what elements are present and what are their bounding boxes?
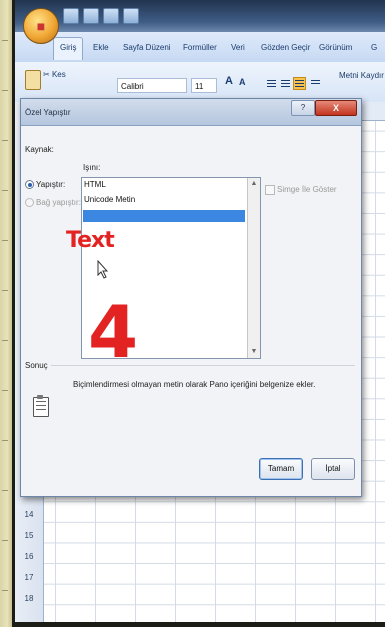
close-button[interactable]: X [315, 100, 357, 116]
redo-icon[interactable] [103, 8, 119, 24]
paste-option-label[interactable]: Yapıştır: [36, 180, 65, 189]
font-size-select[interactable]: 11 [191, 78, 217, 93]
save-icon[interactable] [63, 8, 79, 24]
tab-view[interactable]: Görünüm [319, 43, 352, 52]
tab-page-layout[interactable]: Sayfa Düzeni [123, 43, 171, 52]
row-number[interactable]: 18 [15, 594, 43, 603]
background-window-edge [0, 0, 12, 627]
wrap-text-button[interactable]: Metni Kaydır [339, 71, 384, 80]
grow-font-button[interactable]: A [225, 75, 233, 87]
show-as-icon-label[interactable]: Simge İle Göster [277, 185, 337, 194]
annotation-text-overlay: Text [66, 228, 115, 253]
orientation-icon[interactable] [309, 77, 322, 90]
paste-link-option-label[interactable]: Bağ yapıştır: [36, 198, 81, 207]
as-label: Işını: [83, 163, 101, 172]
ribbon-tabs: Giriş Ekle Sayfa Düzeni Formüller Veri G… [15, 32, 385, 63]
shrink-font-button[interactable]: A [239, 77, 246, 87]
cut-label: Kes [51, 70, 66, 79]
paste-clipboard-icon[interactable] [25, 70, 41, 90]
list-item[interactable]: HTML [84, 180, 106, 189]
source-label: Kaynak: [25, 145, 54, 154]
row-number[interactable]: 16 [15, 552, 43, 561]
undo-icon[interactable] [83, 8, 99, 24]
tab-insert[interactable]: Ekle [93, 43, 109, 52]
help-button[interactable]: ? [291, 100, 315, 116]
listbox-scrollbar[interactable]: ▲ ▼ [247, 178, 260, 358]
tab-home[interactable]: Giriş [53, 37, 84, 60]
paste-special-dialog: Özel Yapıştır ? X Kaynak: Işını: Yapıştı… [20, 98, 362, 497]
align-right-icon[interactable] [293, 77, 306, 90]
quick-access-toolbar [63, 8, 139, 24]
ribbon-body: ✂ Kes Calibri 11 A A Metni Kaydır e O [15, 62, 385, 117]
scroll-down-icon[interactable]: ▼ [248, 346, 260, 358]
cancel-button[interactable]: İptal [311, 458, 355, 480]
show-as-icon-checkbox[interactable] [265, 185, 275, 195]
tab-review[interactable]: Gözden Geçir [261, 43, 310, 52]
list-item-selected[interactable] [83, 210, 245, 222]
align-left-icon[interactable] [265, 77, 278, 90]
mouse-cursor-icon [97, 260, 109, 279]
result-label: Sonuç [25, 361, 48, 370]
align-center-icon[interactable] [279, 77, 292, 90]
cut-button[interactable]: ✂ Kes [43, 70, 66, 79]
paste-link-radio[interactable] [25, 198, 34, 207]
customize-icon[interactable] [123, 8, 139, 24]
font-name-select[interactable]: Calibri [117, 78, 187, 93]
list-item[interactable]: Unicode Metin [84, 195, 135, 204]
tab-data[interactable]: Veri [231, 43, 245, 52]
ok-button[interactable]: Tamam [259, 458, 303, 480]
title-bar [15, 0, 385, 32]
tab-partial[interactable]: G [371, 43, 377, 52]
annotation-step-number: 4 [88, 290, 139, 374]
result-text: Biçimlendirmesi olmayan metin olarak Pan… [73, 380, 316, 389]
row-number[interactable]: 14 [15, 510, 43, 519]
dialog-title-bar: Özel Yapıştır ? X [21, 99, 361, 126]
tab-formulas[interactable]: Formüller [183, 43, 217, 52]
row-number[interactable]: 15 [15, 531, 43, 540]
paste-radio[interactable] [25, 180, 34, 189]
row-number[interactable]: 17 [15, 573, 43, 582]
dialog-title: Özel Yapıştır [25, 108, 71, 117]
paste-result-icon [33, 395, 49, 417]
scroll-up-icon[interactable]: ▲ [248, 178, 260, 190]
office-button[interactable]: ■ [23, 8, 59, 44]
